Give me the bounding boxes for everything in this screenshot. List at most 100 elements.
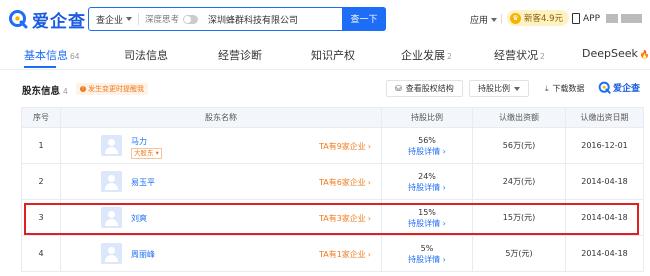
tab-label: 企业发展: [401, 49, 445, 62]
download-data-button[interactable]: ⤓ 下载数据: [537, 80, 593, 97]
tab-label: 经营诊断: [218, 49, 262, 62]
apps-menu[interactable]: 应用: [470, 13, 498, 26]
holding-detail-label: 持股详情: [408, 254, 441, 264]
row-number: 4: [21, 235, 61, 272]
table-row: 4 周丽峰 TA有1家企业 › 5% 持股详情 › 5万(元) 2014-04-18: [21, 235, 644, 272]
subscribed-date: 2016-12-01: [565, 127, 644, 164]
search-type-select[interactable]: 查企业: [96, 13, 133, 26]
ratio-sort-dropdown[interactable]: 持股比例: [469, 80, 529, 97]
change-alert-button[interactable]: ! 发生变更时提醒我: [76, 83, 148, 95]
equity-structure-button[interactable]: ⛁ 查看股权结构: [386, 80, 463, 97]
col-header-name: 股东名称: [60, 107, 382, 128]
related-companies-link[interactable]: TA有6家企业 ›: [319, 177, 371, 188]
vip-promo-button[interactable]: ♛ 新客4.9元: [507, 10, 570, 26]
tab-count: 2: [540, 52, 545, 61]
deep-think-toggle[interactable]: 深度思考: [145, 13, 199, 25]
subscribed-date: 2014-04-18: [565, 163, 644, 200]
chevron-right-icon: ›: [367, 142, 371, 151]
equity-structure-label: 查看股权结构: [405, 84, 454, 93]
col-header-no: 序号: [21, 107, 61, 128]
tab-label: 知识产权: [311, 49, 355, 62]
share-ratio: 56%: [418, 135, 436, 145]
major-shareholder-tag[interactable]: 大股东 ▾: [131, 148, 162, 159]
tab-operations[interactable]: 经营状况 2: [494, 47, 545, 63]
chevron-down-icon: [514, 86, 520, 91]
avatar[interactable]: [101, 243, 122, 264]
col-header-ratio: 持股比例: [381, 107, 473, 128]
logo-text: 爱企查: [32, 11, 86, 32]
subscribed-amount: 24万(元): [472, 163, 566, 200]
share-ratio: 15%: [418, 207, 436, 217]
related-companies-label: TA有6家企业: [318, 178, 366, 187]
section-logo: 爱企查: [598, 81, 640, 94]
divider: [501, 14, 502, 24]
shareholder-name-link[interactable]: 刘爽: [131, 213, 147, 224]
tab-judicial-info[interactable]: 司法信息: [124, 47, 168, 63]
chevron-down-icon: [491, 17, 498, 22]
section-title-text: 股东信息: [22, 86, 61, 97]
logo-q-icon: [598, 81, 611, 94]
tab-label: 基本信息: [24, 49, 68, 62]
tab-development[interactable]: 企业发展 2: [401, 47, 452, 63]
shareholder-section-header: 股东信息 4 ! 发生变更时提醒我 ⛁ 查看股权结构 持股比例 ⤓ 下载数据 爱…: [0, 78, 650, 100]
tab-label: DeepSeek: [582, 47, 638, 60]
fire-icon: 🔥: [639, 50, 650, 59]
related-companies-label: TA有3家企业: [318, 214, 366, 223]
holding-detail-link[interactable]: 持股详情 ›: [382, 218, 472, 229]
share-ratio: 24%: [418, 171, 436, 181]
holding-detail-link[interactable]: 持股详情 ›: [382, 182, 472, 193]
tab-label: 经营状况: [494, 49, 538, 62]
avatar[interactable]: [101, 135, 122, 156]
shareholder-name-link[interactable]: 马力: [131, 136, 147, 147]
crown-icon: ♛: [510, 12, 521, 24]
tab-label: 司法信息: [124, 49, 168, 62]
divider: [138, 13, 140, 25]
col-header-amount: 认缴出资额: [472, 107, 566, 128]
logo-q-icon: [9, 10, 28, 29]
tab-basic-info[interactable]: 基本信息 64: [24, 47, 80, 63]
tag-label: 大股东: [134, 149, 154, 157]
tab-intellectual-property[interactable]: 知识产权: [311, 47, 355, 63]
download-label: 下载数据: [552, 84, 585, 93]
tab-deepseek[interactable]: DeepSeek 🔥: [582, 47, 650, 60]
logo[interactable]: 爱企查: [8, 7, 86, 32]
phone-icon: [572, 13, 580, 24]
avatar[interactable]: [101, 171, 122, 192]
holding-detail-link[interactable]: 持股详情 ›: [382, 146, 472, 157]
tab-business-diagnosis[interactable]: 经营诊断: [218, 47, 262, 63]
holding-detail-link[interactable]: 持股详情 ›: [382, 254, 472, 265]
row-number: 1: [21, 127, 61, 164]
section-count: 4: [63, 87, 68, 96]
deep-think-label: 深度思考: [145, 15, 180, 25]
structure-icon: ⛁: [395, 84, 402, 93]
tab-count: 2: [447, 52, 452, 61]
subscribed-amount: 5万(元): [472, 235, 566, 272]
toggle-switch[interactable]: [183, 14, 199, 24]
holding-detail-label: 持股详情: [408, 146, 441, 156]
vip-label: 新客4.9元: [524, 14, 564, 24]
related-companies-label: TA有1家企业: [318, 250, 366, 259]
avatar[interactable]: [101, 207, 122, 228]
app-download-link[interactable]: APP: [572, 13, 600, 24]
share-ratio: 5%: [420, 243, 434, 253]
chevron-right-icon: ›: [367, 214, 371, 223]
related-companies-link[interactable]: TA有3家企业 ›: [319, 213, 371, 224]
row-number: 3: [21, 199, 61, 236]
table-row: 1 马力 大股东 ▾ TA有9家企业 › 56% 持股详情 › 56万(元) 201…: [21, 127, 644, 164]
holding-detail-label: 持股详情: [408, 182, 441, 192]
tab-bar: 基本信息 64 司法信息 经营诊断 知识产权 企业发展 2 经营状况 2 Dee…: [0, 38, 650, 70]
user-account[interactable]: [606, 14, 642, 23]
shareholder-name-link[interactable]: 周丽峰: [131, 249, 155, 260]
active-tab-indicator: [24, 66, 56, 68]
section-logo-text: 爱企查: [613, 84, 641, 94]
search-button[interactable]: 查一下: [342, 6, 386, 31]
shareholder-name-link[interactable]: 易玉平: [131, 177, 155, 188]
related-companies-link[interactable]: TA有1家企业 ›: [319, 249, 371, 260]
subscribed-date: 2014-04-18: [565, 235, 644, 272]
related-companies-link[interactable]: TA有9家企业 ›: [319, 141, 371, 152]
subscribed-amount: 56万(元): [472, 127, 566, 164]
tab-count: 64: [70, 52, 80, 61]
ratio-sort-label: 持股比例: [478, 84, 510, 93]
table-row: 3 刘爽 TA有3家企业 › 15% 持股详情 › 15万(元) 2014-04-1…: [21, 199, 644, 236]
search-type-label: 查企业: [96, 15, 124, 26]
